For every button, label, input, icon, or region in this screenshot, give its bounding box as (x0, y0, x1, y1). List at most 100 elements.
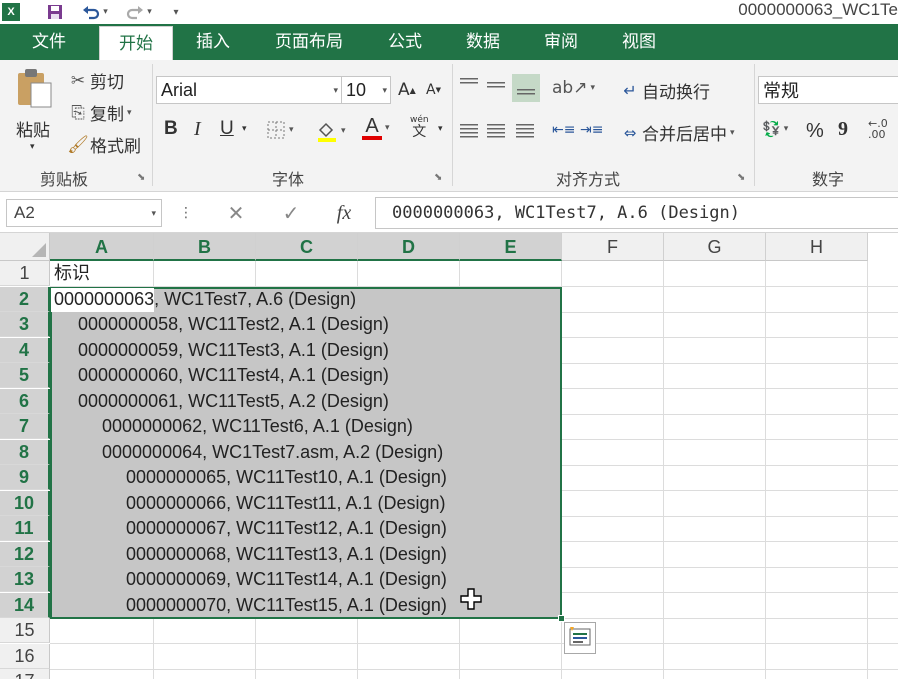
orientation-button[interactable]: ab↗ ▾ (552, 78, 595, 98)
row-header-12[interactable]: 12 (0, 542, 50, 567)
comma-style-button[interactable]: 9 (838, 118, 848, 141)
row-header-3[interactable]: 3 (0, 312, 50, 337)
cell-a14[interactable]: 0000000070, WC11Test15, A.1 (Design) (126, 593, 447, 618)
font-name-combo[interactable]: Arial ▾ (156, 76, 342, 104)
column-header-b[interactable]: B (154, 233, 256, 261)
formula-input[interactable]: 0000000063, WC1Test7, A.6 (Design) (375, 197, 898, 229)
bold-button[interactable]: B (164, 118, 178, 140)
cell-a11[interactable]: 0000000067, WC11Test12, A.1 (Design) (126, 516, 447, 541)
number-format-combo[interactable]: 常规 (758, 76, 898, 104)
cell-a10[interactable]: 0000000066, WC11Test11, A.1 (Design) (126, 491, 446, 516)
increase-decimal-button[interactable]: ←.0 .00 (868, 118, 888, 140)
column-header-h[interactable]: H (766, 233, 868, 261)
shrink-font-button[interactable]: A ▼ (426, 82, 441, 98)
cell-a5[interactable]: 0000000060, WC11Test4, A.1 (Design) (78, 363, 389, 388)
row-header-5[interactable]: 5 (0, 363, 50, 388)
row-header-11[interactable]: 11 (0, 516, 50, 541)
customize-qat-icon[interactable]: ▾ (170, 3, 182, 21)
paste-button[interactable]: 粘贴 (16, 116, 50, 141)
row-header-9[interactable]: 9 (0, 465, 50, 490)
row-header-10[interactable]: 10 (0, 491, 50, 516)
cell-a3[interactable]: 0000000058, WC11Test2, A.1 (Design) (78, 312, 389, 337)
clipboard-launcher-icon[interactable]: ⬊ (137, 172, 145, 183)
wrap-text-button[interactable]: ↵ 自动换行 (618, 78, 710, 103)
align-right-button[interactable] (516, 124, 534, 138)
cell-a7[interactable]: 0000000062, WC11Test6, A.1 (Design) (102, 414, 413, 439)
row-header-4[interactable]: 4 (0, 338, 50, 363)
row-header-1[interactable]: 1 (0, 261, 50, 286)
tab-file[interactable]: 文件 (0, 24, 98, 60)
percent-button[interactable]: % (806, 120, 824, 143)
row-header-14[interactable]: 14 (0, 593, 50, 618)
top-align-button[interactable] (460, 78, 478, 86)
row-header-2[interactable]: 2 (0, 287, 50, 312)
cell-a13[interactable]: 0000000069, WC11Test14, A.1 (Design) (126, 567, 447, 592)
cell-a4[interactable]: 0000000059, WC11Test3, A.1 (Design) (78, 338, 389, 363)
paste-icon[interactable] (14, 66, 56, 110)
font-color-button[interactable]: A ▾ (362, 116, 390, 140)
select-all-button[interactable] (0, 233, 50, 261)
borders-button[interactable]: ▾ (266, 120, 294, 140)
font-size-combo[interactable]: 10 ▾ (341, 76, 391, 104)
phonetic-dropdown-icon[interactable]: ▾ (438, 124, 443, 134)
row-header-16[interactable]: 16 (0, 644, 50, 669)
column-header-e[interactable]: E (460, 233, 562, 261)
formula-bar-grip-icon[interactable]: ⋮ (176, 199, 196, 227)
fill-color-button[interactable]: ▾ (316, 120, 346, 142)
column-header-a[interactable]: A (50, 233, 154, 261)
row-header-6[interactable]: 6 (0, 389, 50, 414)
cell-a2[interactable]: 0000000063, WC1Test7, A.6 (Design) (54, 287, 356, 312)
merge-center-button[interactable]: ⇔ 合并后居中 ▾ (618, 120, 735, 146)
column-header-d[interactable]: D (358, 233, 460, 261)
cancel-icon[interactable]: ✕ (222, 199, 250, 227)
tab-formulas[interactable]: 公式 (372, 24, 438, 60)
cell-a1-header[interactable]: 标识 (54, 261, 90, 286)
copy-dropdown-icon[interactable]: ▾ (127, 108, 132, 118)
accounting-format-button[interactable]: 💱 ▾ (762, 120, 788, 138)
cell-a6[interactable]: 0000000061, WC11Test5, A.2 (Design) (78, 389, 389, 414)
cut-button[interactable]: ✂ 剪切 (66, 68, 124, 94)
paste-dropdown-icon[interactable]: ▾ (30, 142, 35, 152)
tab-insert[interactable]: 插入 (180, 24, 246, 60)
decrease-indent-button[interactable]: ⇤≡ (552, 122, 575, 138)
cell-a12[interactable]: 0000000068, WC11Test13, A.1 (Design) (126, 542, 447, 567)
row-header-7[interactable]: 7 (0, 414, 50, 439)
worksheet-grid[interactable]: ABCDEFGH 1234567891011121314151617 标识000… (0, 233, 898, 679)
save-icon[interactable] (46, 3, 64, 21)
middle-align-button[interactable] (487, 82, 505, 90)
tab-review[interactable]: 审阅 (528, 24, 594, 60)
align-left-button[interactable] (460, 124, 478, 138)
tab-data[interactable]: 数据 (450, 24, 516, 60)
row-header-13[interactable]: 13 (0, 567, 50, 592)
row-header-8[interactable]: 8 (0, 440, 50, 465)
quick-analysis-button[interactable] (564, 622, 596, 654)
column-header-c[interactable]: C (256, 233, 358, 261)
column-header-g[interactable]: G (664, 233, 766, 261)
merge-dropdown-icon[interactable]: ▾ (730, 128, 735, 138)
insert-function-icon[interactable]: fx (330, 199, 358, 227)
increase-indent-button[interactable]: ⇥≡ (580, 122, 603, 138)
bottom-align-button[interactable] (512, 74, 540, 102)
cell-a8[interactable]: 0000000064, WC1Test7.asm, A.2 (Design) (102, 440, 443, 465)
copy-button[interactable]: ⎘ 复制 ▾ (66, 100, 132, 126)
cell-a9[interactable]: 0000000065, WC11Test10, A.1 (Design) (126, 465, 447, 490)
underline-dropdown-icon[interactable]: ▾ (242, 124, 247, 134)
fill-handle[interactable] (558, 615, 565, 622)
row-header-17[interactable]: 17 (0, 669, 50, 679)
italic-button[interactable]: I (194, 118, 201, 141)
phonetic-guide-button[interactable]: wén 文 (410, 114, 429, 139)
align-center-button[interactable] (487, 124, 505, 138)
grow-font-button[interactable]: A ▲ (398, 80, 416, 100)
row-header-15[interactable]: 15 (0, 618, 50, 643)
format-painter-button[interactable]: 🖌 格式刷 (66, 132, 141, 158)
alignment-launcher-icon[interactable]: ⬊ (737, 172, 745, 183)
redo-icon[interactable]: ▾ (124, 3, 154, 21)
tab-home[interactable]: 开始 (99, 26, 173, 60)
name-box[interactable]: A2 ▾ (6, 199, 162, 227)
column-header-f[interactable]: F (562, 233, 664, 261)
font-launcher-icon[interactable]: ⬊ (434, 172, 442, 183)
enter-icon[interactable]: ✓ (277, 199, 305, 227)
tab-page-layout[interactable]: 页面布局 (260, 24, 358, 60)
underline-button[interactable]: U (220, 118, 234, 140)
tab-view[interactable]: 视图 (606, 24, 672, 60)
